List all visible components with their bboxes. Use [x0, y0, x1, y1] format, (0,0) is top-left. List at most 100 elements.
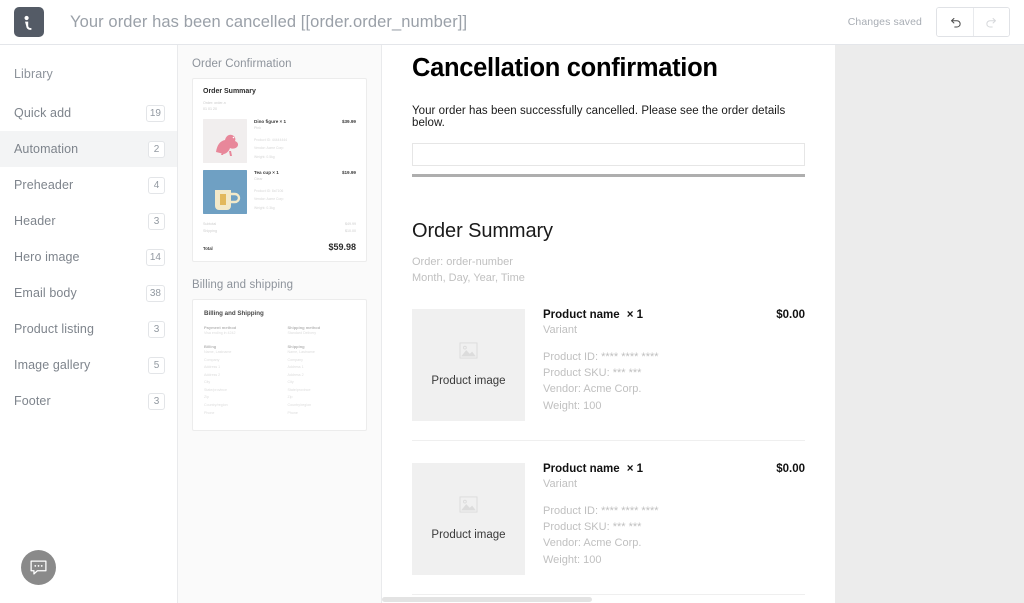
undo-button[interactable]	[937, 8, 973, 36]
sidebar-item-image-gallery[interactable]: Image gallery 5	[0, 347, 177, 383]
undo-arrow-icon	[950, 17, 961, 28]
email-document: Cancellation confirmation Your order has…	[382, 45, 835, 603]
product-sku: Product SKU: *** ***	[543, 521, 642, 534]
block-thumbnail-order-summary[interactable]: Order Summary Order: order-n 01 01 20 Di…	[192, 78, 367, 262]
thumb-product-weight: Weight: 0.3kg	[254, 205, 275, 210]
thumb-product-variant: Pink	[254, 125, 261, 130]
block-group-order-confirmation: Order Confirmation Order Summary Order: …	[192, 58, 367, 262]
thumb-product-vendor: Vendor: Acme Corp	[254, 146, 284, 151]
thumb-product-meta: Product ID: 44444444 Vendor: Acme Corp W…	[254, 136, 356, 162]
thumb-line: State/province	[287, 387, 311, 392]
thumb-subtotal-value: $49.99	[345, 221, 356, 226]
thumb-total-label: Total	[203, 245, 213, 251]
thumbnail-content: Order Summary Order: order-n 01 01 20 Di…	[193, 79, 366, 261]
thumb-product-price: $39.99	[341, 118, 356, 124]
thumb-subtotal-row: Subtotal $49.99	[203, 221, 356, 228]
thumb-heading: Billing and Shipping	[204, 309, 264, 317]
thumb-payment-method-value: Visa ending in 4242	[204, 330, 236, 335]
order-meta: Order: order-number Month, Day, Year, Ti…	[412, 255, 805, 287]
thumb-product-meta: Product ID: 8a7106 Vendor: Acme Corp Wei…	[254, 187, 356, 213]
thumb-product-weight: Weight: 0.5kg	[254, 154, 275, 159]
block-thumbnail-billing-shipping[interactable]: Billing and Shipping Payment method Visa…	[192, 298, 367, 432]
thumb-product-image-dino	[203, 118, 247, 163]
sidebar-item-header[interactable]: Header 3	[0, 203, 177, 239]
thumb-product-id: Product ID: 44444444	[254, 137, 287, 142]
image-placeholder-icon	[459, 342, 478, 359]
thumb-product-price: $19.99	[341, 169, 356, 175]
sidebar-item-label: Preheader	[14, 178, 74, 192]
sidebar-item-count: 14	[145, 248, 165, 266]
sidebar-item-count: 38	[145, 284, 165, 302]
thumb-line: Zip	[204, 395, 209, 400]
sidebar-item-label: Email body	[14, 286, 77, 300]
thumb-line: Phone	[204, 410, 215, 415]
product-name: Product name	[543, 462, 620, 475]
thumb-line: State/province	[204, 387, 227, 392]
canvas-horizontal-scrollbar[interactable]	[382, 596, 1024, 603]
thumb-product-details: Tea cup × 1 $19.99 Clear Product ID: 8a7…	[254, 170, 356, 214]
thumb-shipping-label: Shipping	[203, 228, 217, 233]
block-library-panel: Order Confirmation Order Summary Order: …	[178, 45, 382, 603]
sidebar-item-label: Automation	[14, 142, 79, 156]
thumbnail-content: Billing and Shipping Payment method Visa…	[193, 300, 366, 430]
thumb-product-row: Dino figure × 1 $39.99 Pink Product ID: …	[203, 118, 356, 163]
product-id: Product ID: **** **** ****	[543, 350, 659, 363]
thumb-shipping-column: Shipping method Standard Delivery Shippi…	[288, 325, 356, 417]
sidebar-item-email-body[interactable]: Email body 38	[0, 275, 177, 311]
editor-body: Library Quick add 19 Automation 2 Prehea…	[0, 45, 1024, 603]
product-details: Product name × 1 $0.00 Variant Product I…	[543, 309, 805, 421]
order-product-row[interactable]: Product image Product name × 1 $0.00 Var…	[412, 287, 805, 421]
top-bar-actions: Changes saved	[848, 7, 1010, 37]
sidebar-item-product-listing[interactable]: Product listing 3	[0, 311, 177, 347]
order-date-line: Month, Day, Year, Time	[412, 271, 525, 284]
product-vendor: Vendor: Acme Corp.	[543, 383, 642, 396]
brand-logo-icon[interactable]	[14, 7, 44, 37]
thumb-product-image-cup	[203, 169, 247, 214]
thumb-meta: Order: order-n 01 01 20	[203, 100, 356, 113]
document-title[interactable]: Your order has been cancelled [[order.or…	[70, 13, 467, 32]
library-sidebar: Library Quick add 19 Automation 2 Prehea…	[0, 45, 178, 603]
thumb-subtotal-label: Subtotal	[203, 221, 217, 226]
sidebar-item-label: Footer	[14, 394, 51, 408]
product-vendor: Vendor: Acme Corp.	[543, 537, 642, 550]
thumb-line: Country/region	[287, 402, 312, 407]
save-status-label: Changes saved	[847, 16, 922, 28]
email-preview-canvas[interactable]: Cancellation confirmation Your order has…	[382, 45, 835, 603]
product-name-line: Product name × 1 $0.00	[543, 309, 805, 321]
sidebar-item-hero-image[interactable]: Hero image 14	[0, 239, 177, 275]
thumb-line: Name, Lastname	[204, 350, 232, 355]
thumb-product-details: Dino figure × 1 $39.99 Pink Product ID: …	[254, 119, 356, 163]
thumb-shipping-section: Shipping Name, Lastname Company Address …	[288, 344, 356, 417]
product-quantity: × 1	[626, 308, 643, 321]
sidebar-item-label: Image gallery	[14, 358, 91, 372]
product-quantity: × 1	[626, 462, 643, 475]
sidebar-item-count: 3	[148, 320, 165, 338]
thumb-line: City	[204, 380, 211, 385]
thumb-shipping-value: $10.00	[345, 228, 356, 233]
chat-support-button[interactable]	[21, 550, 56, 585]
product-variant: Variant	[543, 477, 578, 490]
email-empty-block[interactable]	[412, 142, 805, 166]
sidebar-item-label: Product listing	[14, 322, 95, 336]
sidebar-item-footer[interactable]: Footer 3	[0, 383, 177, 419]
thumb-product-name: Dino figure × 1	[254, 118, 287, 124]
sidebar-item-count: 2	[148, 140, 165, 158]
thumb-total-row: Total $59.98	[203, 242, 356, 252]
thumb-heading: Order Summary	[203, 88, 256, 95]
sidebar-item-quick-add[interactable]: Quick add 19	[0, 95, 177, 131]
product-sku: Product SKU: *** ***	[543, 367, 642, 380]
thumb-line: Address 1	[287, 365, 304, 370]
block-group-title: Order Confirmation	[192, 58, 292, 70]
sidebar-item-preheader[interactable]: Preheader 4	[0, 167, 177, 203]
email-divider	[412, 173, 805, 177]
email-heading[interactable]: Cancellation confirmation	[412, 45, 805, 85]
product-name-line: Product name × 1 $0.00	[543, 463, 805, 475]
order-summary-heading[interactable]: Order Summary	[412, 220, 805, 243]
email-paragraph[interactable]: Your order has been successfully cancell…	[412, 105, 805, 129]
product-id: Product ID: **** **** ****	[543, 504, 659, 517]
sidebar-item-automation[interactable]: Automation 2	[0, 131, 177, 167]
thumb-line: Company	[204, 357, 220, 362]
order-product-row[interactable]: Product image Product name × 1 $0.00 Var…	[412, 441, 805, 575]
product-image-placeholder: Product image	[412, 308, 525, 421]
scrollbar-thumb[interactable]	[382, 597, 592, 602]
